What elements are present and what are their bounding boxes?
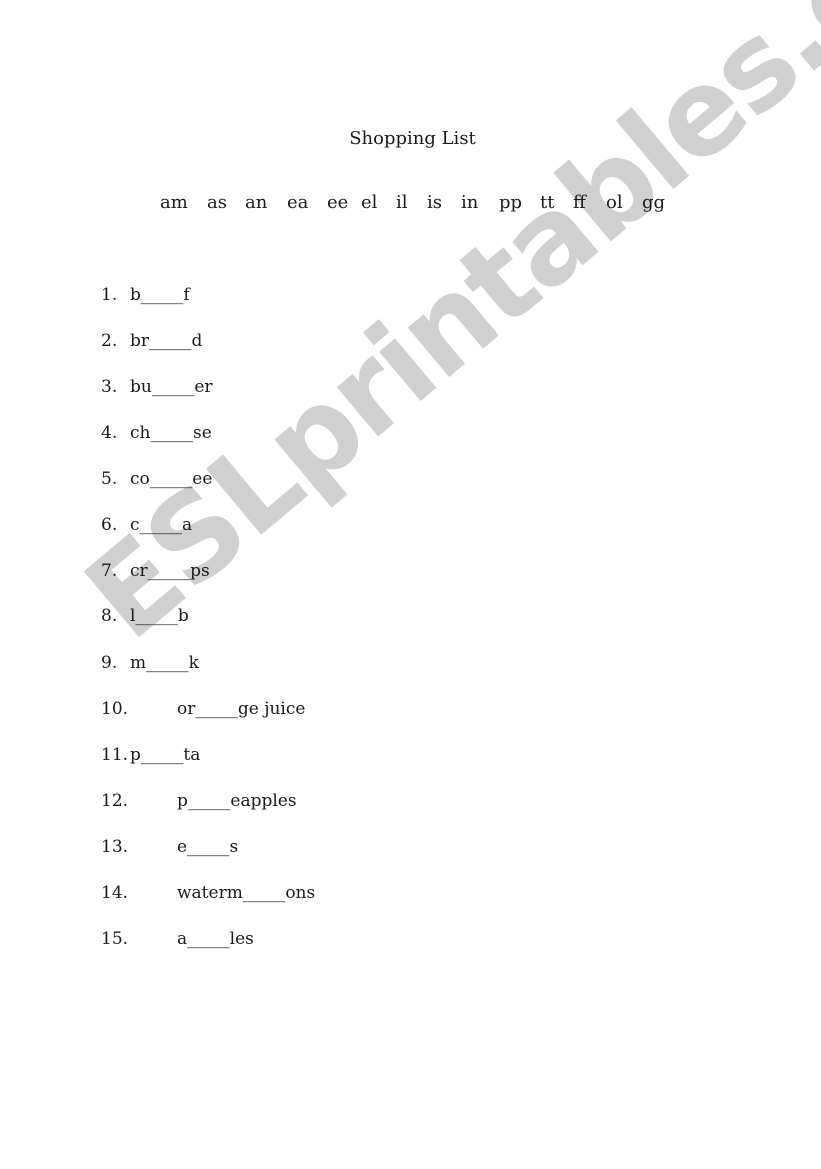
item-word: co_____ee: [130, 469, 213, 489]
item-number: 10.: [101, 699, 129, 719]
letter-bank-item: il: [396, 192, 408, 213]
letter-bank-item: as: [207, 192, 227, 213]
letter-bank-item: ea: [287, 192, 309, 213]
item-number: 9.: [101, 653, 118, 673]
item-number: 1.: [101, 285, 118, 305]
item-word: p_____ta: [130, 745, 201, 765]
item-number: 4.: [101, 423, 118, 443]
item-number: 13.: [101, 837, 129, 857]
letter-bank-item: gg: [642, 192, 666, 213]
item-word: m_____k: [130, 653, 199, 673]
item-word: bu_____er: [130, 377, 213, 397]
item-word: a_____les: [177, 929, 254, 949]
worksheet-title: Shopping List: [349, 128, 476, 149]
item-number: 12.: [101, 791, 129, 811]
letter-bank-item: pp: [499, 192, 523, 213]
item-number: 7.: [101, 561, 118, 581]
item-word: l_____b: [130, 606, 189, 626]
item-word: e_____s: [177, 837, 239, 857]
letter-bank-item: an: [245, 192, 268, 213]
item-word: ch_____se: [130, 423, 212, 443]
item-word: c_____a: [130, 515, 193, 535]
item-number: 3.: [101, 377, 118, 397]
item-word: cr_____ps: [130, 561, 210, 581]
item-number: 15.: [101, 929, 129, 949]
letter-bank-item: in: [461, 192, 479, 213]
item-word: p_____eapples: [177, 791, 297, 811]
letter-bank-item: is: [427, 192, 442, 213]
item-number: 11.: [101, 745, 129, 765]
item-number: 6.: [101, 515, 118, 535]
item-number: 2.: [101, 331, 118, 351]
letter-bank-item: el: [361, 192, 378, 213]
item-word: waterm_____ons: [177, 883, 316, 903]
letter-bank-item: am: [160, 192, 188, 213]
letter-bank-item: ee: [327, 192, 349, 213]
item-number: 5.: [101, 469, 118, 489]
letter-bank-item: tt: [540, 192, 555, 213]
item-word: b_____f: [130, 285, 190, 305]
item-number: 8.: [101, 606, 118, 626]
letter-bank-item: ff: [573, 192, 586, 213]
letter-bank-item: ol: [606, 192, 623, 213]
item-word: br_____d: [130, 331, 203, 351]
item-number: 14.: [101, 883, 129, 903]
item-word: or_____ge juice: [177, 699, 306, 719]
